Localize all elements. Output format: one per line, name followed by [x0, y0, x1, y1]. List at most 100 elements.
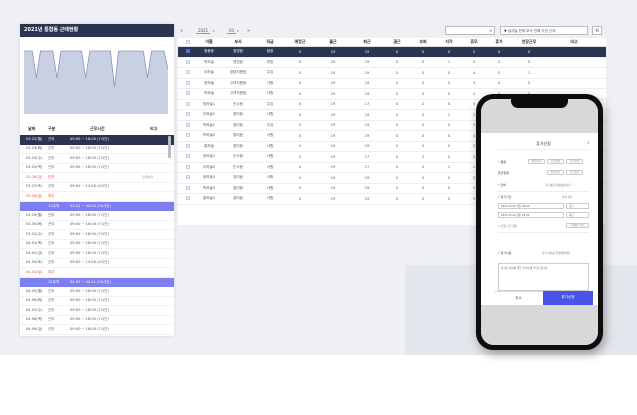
close-icon[interactable]: × — [587, 140, 590, 145]
sub-option-unpaid[interactable]: 무급휴가 — [566, 170, 583, 175]
no-work-checkbox[interactable]: ☐ 당일 근무 없음 — [498, 224, 517, 228]
list-item[interactable]: 04.04(일) 휴무 — [20, 268, 174, 278]
sub-option-paid[interactable]: 유급휴가 — [547, 170, 564, 175]
cancel-button[interactable]: 취소 — [494, 291, 543, 305]
row-checkbox[interactable] — [178, 70, 198, 75]
type-option-am[interactable]: 오전반차 — [547, 159, 564, 164]
row-checkbox[interactable] — [178, 185, 198, 191]
list-item[interactable]: 04.07(수) 근무 09:00 ~ 18:00 (7시간) — [20, 306, 174, 316]
row-date: 04.09(금) — [26, 326, 43, 331]
row-checkbox[interactable] — [178, 164, 198, 170]
list-item[interactable]: 04.10(토)근무09:00 ~ 13:00 (4시간) — [20, 335, 174, 337]
list-item[interactable]: 03.24(수) 근무 09:00 ~ 18:00 (7시간) — [20, 154, 174, 164]
list-item[interactable]: 04.02(금) 근무 09:00 ~ 18:00 (7시간) — [20, 249, 174, 259]
refresh-icon[interactable]: ⟲ — [592, 26, 602, 35]
select-all-checkbox[interactable] — [178, 39, 198, 45]
column-header[interactable]: 조퇴 — [410, 39, 436, 45]
end-date-input[interactable]: 2021.03.22 (월) 18:00 — [498, 212, 564, 218]
table-cell: 경리팀 — [233, 122, 243, 127]
type-option-pm[interactable]: 오후반차 — [566, 159, 583, 164]
row-date: 03.30(화) — [26, 222, 43, 227]
table-cell: 0 — [298, 154, 302, 159]
column-header[interactable]: 직급 — [256, 39, 284, 45]
table-row[interactable]: 정하솔 고객지원팀 사원 0 19 19 0 0 0 3 4 0 — [178, 79, 606, 89]
list-item[interactable]: 03.23(화) 근무 09:00 ~ 18:00 (7시간) — [20, 145, 174, 154]
column-header[interactable]: 퇴근 — [350, 39, 384, 45]
reason-textarea[interactable]: 휴가로 인하여 업무 인수인계 부탁드립니다. — [498, 263, 589, 291]
row-checkbox[interactable] — [178, 80, 198, 86]
year-select[interactable]: 2021 — [196, 28, 211, 34]
table-cell: 홍하솔 — [204, 143, 214, 148]
table-cell: 0 — [395, 186, 399, 191]
submit-button[interactable]: 휴가신청 — [543, 291, 593, 305]
table-cell: 0 — [298, 60, 302, 65]
table-cell: 1 — [447, 165, 451, 170]
list-item[interactable]: 03.22(월) 근무 09:00 ~ 18:00 (7시간) — [20, 135, 174, 145]
scrollbar[interactable] — [168, 136, 171, 158]
row-checkbox[interactable] — [178, 101, 198, 107]
approval-line-button[interactable]: 결재선 선택 — [566, 223, 589, 228]
row-date: 03.23(화) — [26, 146, 43, 151]
list-item[interactable]: 03.25(목) 근무 09:00 ~ 18:00 (7시간) — [20, 164, 174, 173]
table-cell: 0 — [395, 81, 399, 86]
row-checkbox[interactable] — [178, 112, 198, 117]
row-checkbox[interactable] — [178, 133, 198, 138]
week-summary-row[interactable]: 13주차 03.22 ~ 04.04 (39시간) — [20, 201, 174, 211]
column-header[interactable]: 출근 — [316, 39, 350, 45]
table-row[interactable]: 박하솔 영업팀 과장 0 19 19 0 0 1 5 2 0 — [178, 58, 606, 68]
end-unit-select[interactable]: 퇴근 — [566, 212, 589, 218]
filter-dept[interactable]: 부서 전체 — [526, 29, 540, 33]
column-header[interactable]: 휴무 — [462, 39, 486, 45]
table-cell: 0 — [298, 175, 302, 180]
list-item[interactable]: 04.05(월) 근무 09:00 ~ 18:00 (7시간) — [20, 287, 174, 297]
list-item[interactable]: 04.06(화) 근무 09:00 ~ 18:00 (7시간) — [20, 297, 174, 306]
table-cell: 4 — [497, 81, 501, 86]
row-checkbox[interactable] — [178, 143, 198, 149]
list-item[interactable]: 03.31(수) 근무 09:00 ~ 18:00 (7시간) — [20, 230, 174, 240]
checkbox-icon[interactable]: ☐ — [498, 225, 500, 228]
list-item[interactable]: 03.26(금) 반차 오후반차 — [20, 173, 174, 183]
column-header[interactable]: 예정근 — [284, 39, 316, 45]
table-row[interactable]: 이하솔 경영지원팀 주임 0 19 19 0 0 0 4 5 1 — [178, 68, 606, 79]
next-month-button[interactable]: > — [247, 28, 250, 33]
row-checkbox[interactable] — [178, 175, 198, 180]
column-header[interactable]: 연장근무 — [512, 39, 546, 45]
row-checkbox[interactable] — [178, 122, 198, 128]
leave-request-modal: 휴가신청 × * 종류 종일휴가 오전반차 오후반차 유급항목 유급휴가 무급휴… — [494, 133, 593, 305]
filter-date[interactable]: 검사일 전체 — [508, 29, 525, 33]
column-header[interactable]: 부서 — [220, 39, 256, 45]
table-cell: 0 — [447, 186, 451, 191]
list-item[interactable]: 03.30(화) 근무 09:00 ~ 18:00 (7시간) — [20, 221, 174, 230]
row-checkbox[interactable] — [178, 49, 198, 54]
table-cell: 이하솔 — [204, 70, 214, 75]
list-item[interactable]: 03.27(토) 근무 09:00 ~ 13:00 (4시간) — [20, 183, 174, 192]
table-cell: 19 — [330, 70, 336, 75]
list-item[interactable]: 04.03(토) 근무 09:00 ~ 13:00 (4시간) — [20, 259, 174, 268]
list-item[interactable]: 04.08(목) 근무 09:00 ~ 18:00 (7시간) — [20, 316, 174, 325]
filter-staff[interactable]: 직원 전체 — [541, 29, 555, 33]
start-date-input[interactable]: 2021.03.22 (월) 09:00 — [498, 203, 564, 209]
filter-bar[interactable]: ▼ 검사일 전체 부서 전체 직원 전체 — [500, 26, 588, 35]
list-item[interactable]: 03.28(일) 휴무 — [20, 192, 174, 202]
row-type: 근무 — [48, 222, 55, 227]
row-checkbox[interactable] — [178, 196, 198, 201]
start-unit-select[interactable]: 출근 — [566, 203, 589, 209]
column-header[interactable]: 결근 — [384, 39, 410, 45]
month-select[interactable]: 03 — [227, 28, 237, 34]
list-item[interactable]: 03.29(월) 근무 09:00 ~ 18:00 (7시간) — [20, 211, 174, 221]
column-header[interactable]: 지각 — [436, 39, 462, 45]
list-item[interactable]: 04.01(목) 근무 09:00 ~ 18:00 (7시간) — [20, 240, 174, 249]
search-input[interactable]: ⌕ — [445, 26, 495, 35]
column-header[interactable]: 휴가 — [486, 39, 512, 45]
type-option-full[interactable]: 종일휴가 — [528, 159, 545, 164]
row-checkbox[interactable] — [178, 154, 198, 159]
list-item[interactable]: 04.09(금) 근무 09:00 ~ 18:00 (7시간) — [20, 325, 174, 335]
row-checkbox[interactable] — [178, 59, 198, 65]
search-icon[interactable]: ⌕ — [489, 28, 492, 34]
week-summary-row[interactable]: 14주차 04.05 ~ 04.11 (39시간) — [20, 277, 174, 287]
column-header[interactable]: 비고 — [546, 39, 602, 45]
table-row[interactable]: 정종동 경영팀 팀장 0 19 19 0 0 0 2 0 0 — [178, 47, 606, 58]
column-header[interactable]: 이름 — [198, 39, 220, 45]
row-checkbox[interactable] — [178, 91, 198, 96]
prev-month-button[interactable]: < — [180, 28, 183, 33]
